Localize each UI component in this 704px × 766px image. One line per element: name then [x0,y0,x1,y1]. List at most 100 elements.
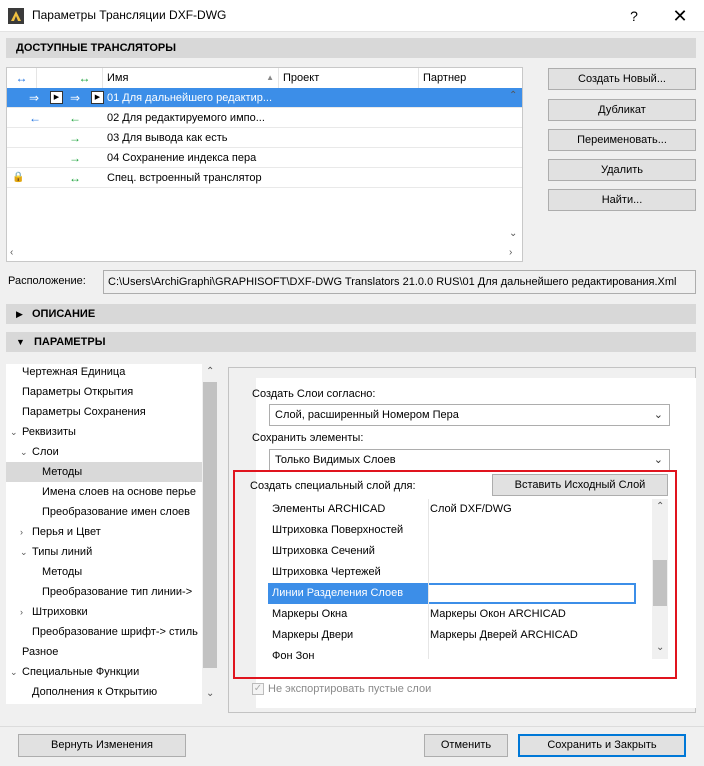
window-title: Параметры Трансляции DXF-DWG [32,8,227,22]
play-icon[interactable]: ▶ [50,91,63,104]
tree-item-layer-methods[interactable]: Методы [6,462,202,482]
sort-up-icon: ▲ [266,73,274,82]
delete-button[interactable]: Удалить [548,159,696,181]
two-way-arrow-icon: ↔ [69,171,81,185]
translators-list[interactable]: ↔ ↔ Имя ▲ Проект Партнер ⇒ ▶ ⇒ ▶ 01 Для … [6,67,523,262]
tree-item-save-options[interactable]: Параметры Сохранения [6,402,202,422]
create-layers-select[interactable]: Слой, расширенный Номером Пера ⌄ [269,404,670,426]
list-item[interactable]: Штриховка Чертежей [268,562,636,583]
translator-row[interactable]: → 03 Для вывода как есть [7,128,522,148]
col-name-header[interactable]: Имя ▲ [103,68,279,88]
collapse-icon[interactable]: ⌄ [10,422,18,442]
translator-name: 04 Сохранение индекса пера [107,152,257,164]
find-button[interactable]: Найти... [548,189,696,211]
two-way-arrow-icon: ↔ [78,71,91,85]
translator-name: Спец. встроенный транслятор [107,172,262,184]
rename-button[interactable]: Переименовать... [548,129,696,151]
tree-item-layer-name-conversion[interactable]: Преобразование имен слоев [6,502,202,522]
list-item[interactable]: Маркеры Двери Маркеры Дверей ARCHICAD [268,625,636,646]
column-divider [428,499,429,659]
tree-item-hatches[interactable]: › Штриховки [6,602,202,622]
location-label: Расположение: [8,275,86,287]
tree-item-open-options[interactable]: Параметры Открытия [6,382,202,402]
list-item[interactable]: Фон Зон [268,646,636,659]
col-spacer [37,68,67,88]
translator-row[interactable]: ← ← 02 Для редактируемого импо... [7,108,522,128]
collapse-icon[interactable]: ⌄ [20,442,28,462]
tree-item-attributes[interactable]: ⌄ Реквизиты [6,422,202,442]
import-arrow-icon: ⇒ [29,91,40,105]
list-item[interactable]: Маркеры Окна Маркеры Окон ARCHICAD [268,604,636,625]
chevron-down-icon: ⌄ [653,454,663,466]
col-import-header[interactable]: ↔ [7,68,37,88]
insert-source-layer-button[interactable]: Вставить Исходный Слой [492,474,668,496]
col-export-header[interactable]: ↔ [67,68,103,88]
scroll-down-icon[interactable]: ⌄ [509,228,517,239]
section-collapsed-icon: ▶ [16,309,23,319]
expand-icon[interactable]: › [20,602,23,622]
create-new-button[interactable]: Создать Новый... [548,68,696,90]
translator-name: 01 Для дальнейшего редактир... [107,92,273,104]
help-button[interactable]: ? [620,4,648,28]
list-item[interactable]: Штриховка Сечений [268,541,636,562]
expand-icon[interactable]: › [20,522,23,542]
tree-item-layers[interactable]: ⌄ Слои [6,442,202,462]
scroll-up-icon[interactable]: ⌃ [206,366,214,377]
tree-item-layer-names-by-pen[interactable]: Имена слоев на основе перье [6,482,202,502]
parameters-tree[interactable]: Чертежная Единица Параметры Открытия Пар… [6,364,218,704]
location-path-field[interactable]: C:\Users\ArchiGraphi\GRAPHISOFT\DXF-DWG … [103,270,696,294]
skip-empty-layers-checkbox[interactable]: ✓ [252,683,264,695]
scroll-down-icon[interactable]: ⌄ [206,688,214,699]
col-partner-header[interactable]: Партнер [419,68,522,88]
layer-name-edit-field[interactable] [428,585,634,602]
translator-row[interactable]: ⇒ ▶ ⇒ ▶ 01 Для дальнейшего редактир... [7,88,522,108]
tree-item-line-types[interactable]: ⌄ Типы линий [6,542,202,562]
tree-item-special-functions[interactable]: ⌄ Специальные Функции [6,662,202,682]
save-elements-label: Сохранить элементы: [252,432,364,444]
scroll-down-icon[interactable]: ⌄ [656,642,664,653]
right-arrow-icon: → [69,151,81,165]
save-elements-select[interactable]: Только Видимых Слоев ⌄ [269,449,670,471]
skip-empty-layers-label: Не экспортировать пустые слои [268,683,432,695]
translator-row[interactable]: 🔒 ↔ Спец. встроенный транслятор [7,168,522,188]
save-and-close-button[interactable]: Сохранить и Закрыть [518,734,686,757]
tree-item-pens-colors[interactable]: › Перья и Цвет [6,522,202,542]
right-arrow-icon: → [69,131,81,145]
tree-item-open-addons[interactable]: Дополнения к Открытию [6,682,202,702]
col-project-header[interactable]: Проект [279,68,419,88]
section-description[interactable]: ▶ ОПИСАНИЕ [6,304,696,324]
scroll-up-icon[interactable]: ⌃ [656,501,664,512]
special-layer-label: Создать специальный слой для: [250,480,416,492]
section-title: ОПИСАНИЕ [31,308,96,320]
section-parameters[interactable]: ▼ ПАРАМЕТРЫ [6,332,696,352]
translator-name: 03 Для вывода как есть [107,132,228,144]
scroll-up-icon[interactable]: ⌃ [509,90,517,101]
tree-item-line-type-conversion[interactable]: Преобразование тип линии-> [6,582,202,602]
collapse-icon[interactable]: ⌄ [20,542,28,562]
tree-item-font-conversion[interactable]: Преобразование шрифт-> стиль [6,622,202,642]
left-arrow-icon: ← [69,111,81,125]
list-item[interactable]: Линии Разделения Слоев [268,583,636,604]
duplicate-button[interactable]: Дубликат [548,99,696,121]
section-title: ДОСТУПНЫЕ ТРАНСЛЯТОРЫ [16,42,177,54]
section-expanded-icon: ▼ [16,337,25,347]
cancel-button[interactable]: Отменить [424,734,508,757]
tree-item-misc[interactable]: Разное [6,642,202,662]
tree-item-drawing-unit[interactable]: Чертежная Единица [6,362,202,382]
translator-row[interactable]: → 04 Сохранение индекса пера [7,148,522,168]
special-layers-list[interactable]: Элементы ARCHICAD Слой DXF/DWG Штриховка… [268,499,652,659]
play-icon[interactable]: ▶ [91,91,104,104]
scroll-right-icon[interactable]: › [509,247,512,258]
tree-item-line-methods[interactable]: Методы [6,562,202,582]
scroll-left-icon[interactable]: ‹ [10,247,13,258]
list-item[interactable]: Элементы ARCHICAD Слой DXF/DWG [268,499,636,520]
close-button[interactable]: ✕ [664,4,696,28]
two-way-arrow-icon: ↔ [15,71,28,85]
section-available-translators[interactable]: ДОСТУПНЫЕ ТРАНСЛЯТОРЫ [6,38,696,58]
revert-changes-button[interactable]: Вернуть Изменения [18,734,186,757]
list-item[interactable]: Штриховка Поверхностей [268,520,636,541]
collapse-icon[interactable]: ⌄ [10,662,18,682]
tree-scroll-thumb[interactable] [203,382,217,668]
translator-name: 02 Для редактируемого импо... [107,112,265,124]
layers-scroll-thumb[interactable] [653,560,667,606]
